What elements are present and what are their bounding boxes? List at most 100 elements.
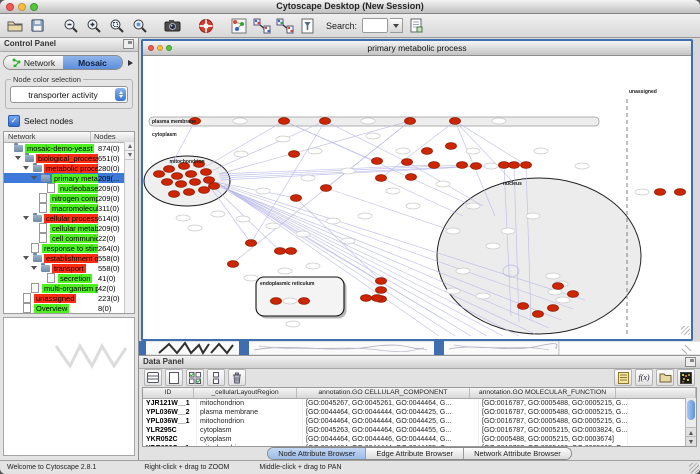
network-node[interactable] bbox=[199, 187, 210, 194]
network-node[interactable] bbox=[429, 162, 440, 169]
table-row[interactable]: YJR121W__1mitochondrion[GO:0045267, GO:0… bbox=[143, 399, 696, 408]
browser-tab[interactable]: Network Attribute Browser bbox=[463, 448, 571, 459]
snapshot-button[interactable] bbox=[162, 16, 183, 36]
zoom-out-button[interactable] bbox=[60, 16, 81, 36]
formula-builder-button[interactable]: f(x) bbox=[635, 369, 653, 386]
zoom-selected-button[interactable] bbox=[106, 16, 127, 36]
network-node[interactable] bbox=[509, 162, 520, 169]
network-node[interactable] bbox=[372, 158, 383, 165]
expander-icon[interactable] bbox=[31, 176, 37, 180]
network-node[interactable] bbox=[533, 311, 544, 318]
network-node[interactable] bbox=[422, 148, 433, 155]
expander-icon[interactable] bbox=[23, 256, 29, 260]
network-node[interactable] bbox=[184, 189, 195, 196]
network-node[interactable] bbox=[450, 118, 461, 125]
tree-row[interactable]: secretion41(0) bbox=[4, 273, 134, 283]
more-tabs-button[interactable] bbox=[125, 57, 135, 69]
window-resize-grip[interactable] bbox=[689, 463, 699, 473]
import-attributes-button[interactable] bbox=[656, 369, 674, 386]
network-view-frame[interactable]: primary metabolic process plasma membran… bbox=[141, 39, 693, 341]
column-header[interactable]: annotation.GO MOLECULAR_FUNCTION bbox=[470, 388, 616, 398]
network-node[interactable] bbox=[176, 181, 187, 188]
tree-row[interactable]: unassigned223(0) bbox=[4, 293, 134, 303]
network-node[interactable] bbox=[518, 303, 529, 310]
network-node[interactable] bbox=[675, 189, 686, 196]
browser-tab[interactable]: Node Attribute Browser bbox=[268, 448, 365, 459]
network-node[interactable] bbox=[521, 162, 532, 169]
open-file-button[interactable] bbox=[4, 16, 25, 36]
table-row[interactable]: YKR052Ccytoplasm[GO:0044464, GO:0044446,… bbox=[143, 435, 696, 444]
network-node[interactable] bbox=[361, 295, 372, 302]
expander-icon[interactable] bbox=[23, 166, 29, 170]
search-dropdown-button[interactable] bbox=[390, 18, 403, 33]
expander-icon[interactable] bbox=[15, 156, 21, 160]
network-node[interactable] bbox=[406, 174, 417, 181]
tree-row[interactable]: biological_process651(0) bbox=[4, 153, 134, 163]
network-node[interactable] bbox=[289, 151, 300, 158]
browser-tab[interactable]: Edge Attribute Browser bbox=[365, 448, 463, 459]
network-node[interactable] bbox=[228, 261, 239, 268]
zoom-in-button[interactable] bbox=[83, 16, 104, 36]
network-node[interactable] bbox=[186, 171, 197, 178]
scrollbar-thumb[interactable] bbox=[687, 400, 695, 420]
append-document-button[interactable] bbox=[405, 16, 426, 36]
network-node[interactable] bbox=[376, 278, 387, 285]
new-attribute-button[interactable] bbox=[165, 369, 183, 386]
float-data-panel-icon[interactable] bbox=[685, 357, 696, 367]
network-node[interactable] bbox=[164, 166, 175, 173]
birdseye-view[interactable] bbox=[3, 317, 135, 456]
network-node[interactable] bbox=[172, 173, 183, 180]
minimize-button[interactable] bbox=[18, 3, 26, 11]
scroll-up-icon[interactable] bbox=[125, 142, 134, 151]
tab-mosaic[interactable]: Mosaic bbox=[63, 56, 122, 69]
network-canvas[interactable]: plasma membranecytoplasmmitochondrionnuc… bbox=[143, 56, 691, 336]
network-node[interactable] bbox=[376, 287, 387, 294]
tree-row[interactable]: establishment of lo558(0) bbox=[4, 253, 134, 263]
table-row[interactable]: YDR039C__1mitochondrion[GO:0044464, GO:0… bbox=[143, 444, 696, 447]
network-node[interactable] bbox=[446, 143, 457, 150]
tree-row[interactable]: cell communicat22(0) bbox=[4, 233, 134, 243]
delete-attribute-button[interactable] bbox=[228, 369, 246, 386]
network-node[interactable] bbox=[548, 305, 559, 312]
expander-icon[interactable] bbox=[23, 216, 29, 220]
network-node[interactable] bbox=[405, 118, 416, 125]
tree-row[interactable]: primary metabo209(... bbox=[4, 173, 134, 183]
network-node[interactable] bbox=[271, 298, 282, 305]
network-node[interactable] bbox=[286, 248, 297, 255]
unselect-attributes-button[interactable] bbox=[207, 369, 225, 386]
float-panel-icon[interactable] bbox=[123, 39, 134, 49]
table-row[interactable]: YPL036W__1mitochondrion[GO:0044464, GO:0… bbox=[143, 417, 696, 426]
network-node[interactable] bbox=[376, 175, 387, 182]
tree-row[interactable]: response to stimulu264(0) bbox=[4, 243, 134, 253]
network-node[interactable] bbox=[275, 248, 286, 255]
tree-col-network[interactable]: Network bbox=[4, 132, 91, 142]
tree-row[interactable]: mosaic-demo-yeast874(0) bbox=[4, 143, 134, 153]
layout-move-button[interactable] bbox=[274, 16, 295, 36]
window-fragment-edge[interactable] bbox=[139, 341, 146, 355]
tree-row[interactable]: cellular metabol209(0) bbox=[4, 223, 134, 233]
close-button[interactable] bbox=[6, 3, 14, 11]
tree-col-nodes[interactable]: Nodes bbox=[91, 132, 134, 142]
network-node[interactable] bbox=[209, 183, 220, 190]
tree-row[interactable]: Overview8(0) bbox=[4, 303, 134, 313]
column-header[interactable]: annotation.GO CELLULAR_COMPONENT bbox=[297, 388, 470, 398]
network-node[interactable] bbox=[471, 163, 482, 170]
tree-row[interactable]: transport558(0) bbox=[4, 263, 134, 273]
scroll-down-icon[interactable] bbox=[125, 151, 134, 160]
select-attributes-button[interactable] bbox=[186, 369, 204, 386]
network-node[interactable] bbox=[320, 118, 331, 125]
zoom-fit-button[interactable] bbox=[129, 16, 150, 36]
vizmapper-button[interactable] bbox=[228, 16, 249, 36]
network-node[interactable] bbox=[246, 240, 257, 247]
network-node[interactable] bbox=[568, 291, 579, 298]
network-node[interactable] bbox=[372, 295, 383, 302]
network-node[interactable] bbox=[201, 169, 212, 176]
frame-zoom-button[interactable] bbox=[166, 45, 172, 51]
tree-row[interactable]: macromolecule311(0) bbox=[4, 203, 134, 213]
table-row[interactable]: YLR295Ccytoplasm[GO:0045263, GO:0044464,… bbox=[143, 426, 696, 435]
table-scrollbar[interactable] bbox=[685, 398, 696, 446]
zoom-window-button[interactable] bbox=[30, 3, 38, 11]
attribute-editor-button[interactable] bbox=[614, 369, 632, 386]
table-scroll-down-icon[interactable] bbox=[686, 436, 696, 446]
expander-icon[interactable] bbox=[31, 266, 37, 270]
